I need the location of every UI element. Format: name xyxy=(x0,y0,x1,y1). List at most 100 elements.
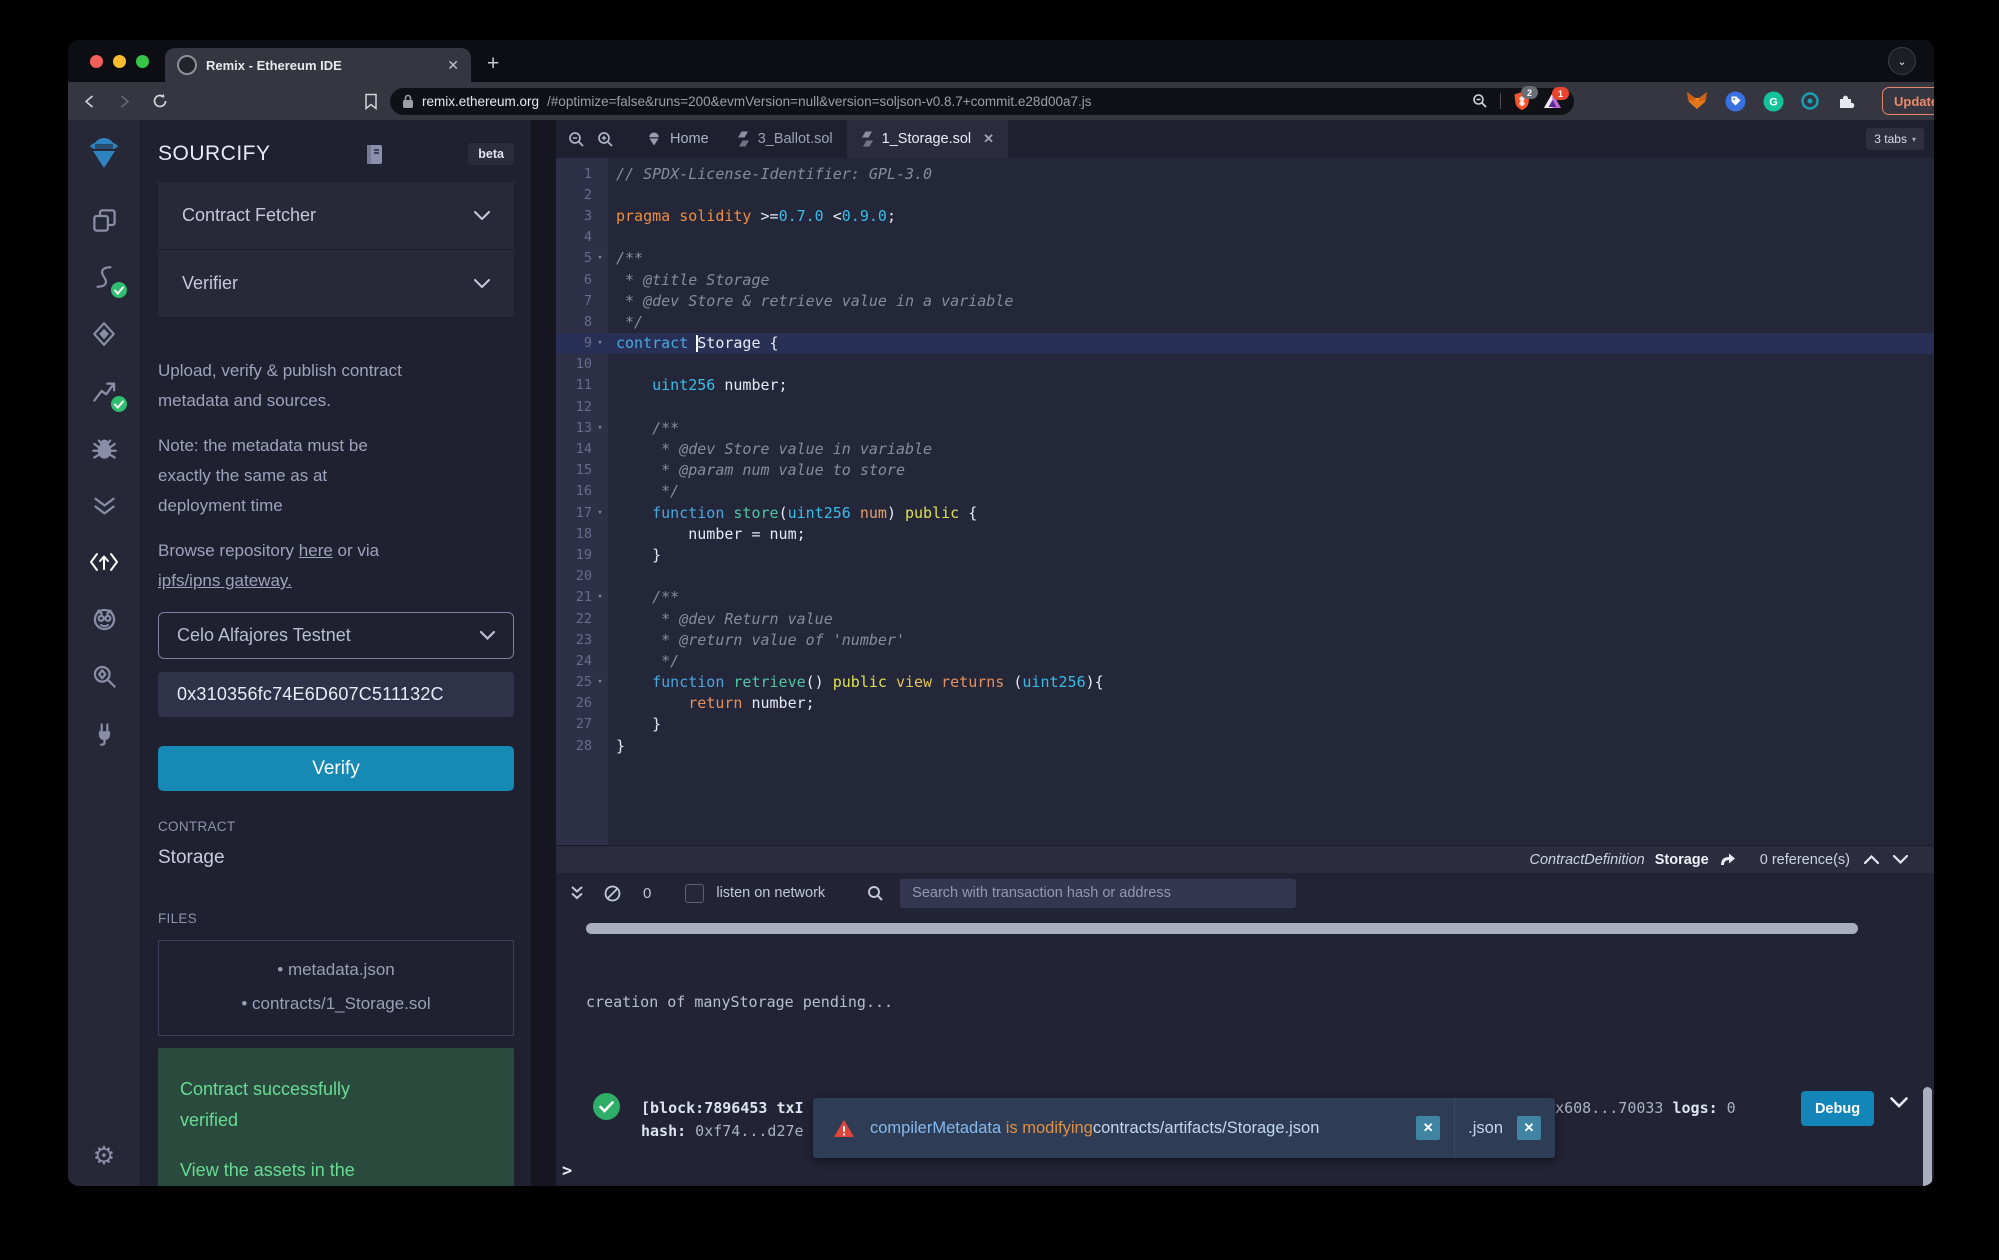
unit-testing-icon[interactable] xyxy=(82,483,126,527)
metamask-icon[interactable] xyxy=(1686,91,1708,111)
teal-extension-icon[interactable] xyxy=(1801,92,1819,110)
debug-button[interactable]: Debug xyxy=(1801,1091,1874,1126)
code-line[interactable]: 9 ▾ contract Storage { xyxy=(556,332,1934,354)
code-line[interactable]: 13 ▾ /** xyxy=(556,417,1934,438)
deploy-run-icon[interactable] xyxy=(82,312,126,356)
close-window-button[interactable] xyxy=(90,54,103,68)
settings-gear-icon[interactable]: ⚙ xyxy=(82,1134,126,1178)
docs-book-icon[interactable] xyxy=(365,144,384,165)
fold-icon[interactable]: ▾ xyxy=(592,253,608,263)
editor-tab-1-storage-sol[interactable]: 1_Storage.sol ✕ xyxy=(846,120,1009,158)
code-line[interactable]: 19 } xyxy=(556,544,1934,565)
bat-triangle-icon[interactable]: 1 xyxy=(1543,87,1569,110)
code-token: uint256 xyxy=(652,376,716,395)
goto-definition-icon[interactable] xyxy=(1719,852,1736,867)
code-line[interactable]: 21 ▾ /** xyxy=(556,587,1934,608)
fold-icon[interactable]: ▾ xyxy=(592,677,608,687)
ipfs-gateway-link[interactable]: ipfs/ipns gateway. xyxy=(158,571,292,590)
code-line[interactable]: 3 pragma solidity >=0.7.0 <0.9.0; xyxy=(556,205,1934,226)
code-line[interactable]: 15 * @param num value to store xyxy=(556,460,1934,481)
code-line[interactable]: 8 */ xyxy=(556,311,1934,332)
code-line[interactable]: 22 * @dev Return value xyxy=(556,608,1934,629)
repository-link[interactable]: here xyxy=(299,541,333,560)
update-button[interactable]: Update ≡ xyxy=(1882,87,1934,115)
close-tab-icon[interactable]: ✕ xyxy=(447,58,459,72)
code-line[interactable]: 7 * @dev Store & retrieve value in a var… xyxy=(556,290,1934,311)
code-editor[interactable]: 1// SPDX-License-Identifier: GPL-3.0 2 3 pr… xyxy=(556,158,1934,845)
sourcify-icon[interactable] xyxy=(82,540,126,584)
code-line[interactable]: 5 ▾ /** xyxy=(556,248,1934,269)
code-line[interactable]: 2 xyxy=(556,184,1934,205)
code-line[interactable]: 17 ▾ function store(uint256 num) public { xyxy=(556,502,1934,523)
close-toast-icon[interactable]: ✕ xyxy=(1517,1116,1541,1140)
code-line[interactable]: 10 xyxy=(556,354,1934,375)
code-line[interactable]: 20 xyxy=(556,566,1934,587)
tab-search-icon[interactable]: ⌄ xyxy=(1888,47,1916,75)
contract-address-input[interactable]: 0x310356fc74E6D607C511132C xyxy=(158,672,514,717)
horizontal-scrollbar[interactable] xyxy=(586,923,1858,934)
code-line[interactable]: 14 * @dev Store value in variable xyxy=(556,438,1934,459)
code-line[interactable]: 11 uint256 number; xyxy=(556,375,1934,396)
network-select[interactable]: Celo Alfajores Testnet xyxy=(158,612,514,659)
listen-on-network-checkbox[interactable] xyxy=(685,883,705,903)
code-line[interactable]: 26 return number; xyxy=(556,693,1934,714)
code-line[interactable]: 27 } xyxy=(556,714,1934,735)
toast-segment: compilerMetadata xyxy=(870,1118,1002,1137)
fold-icon[interactable]: ▾ xyxy=(592,508,608,518)
code-line[interactable]: 16 */ xyxy=(556,481,1934,502)
back-icon[interactable] xyxy=(82,94,97,109)
collapse-terminal-icon[interactable] xyxy=(570,885,584,901)
code-line[interactable]: 4 xyxy=(556,227,1934,248)
section-verifier[interactable]: Verifier xyxy=(158,250,514,318)
fold-icon[interactable]: ▾ xyxy=(592,592,608,602)
code-line[interactable]: 1 // SPDX-License-Identifier: GPL-3.0 xyxy=(556,163,1934,184)
terminal-search-input[interactable] xyxy=(900,878,1297,908)
remix-logo[interactable] xyxy=(82,132,126,176)
contract-verification-icon[interactable] xyxy=(82,654,126,698)
note-line: Note: the metadata must be xyxy=(158,436,368,455)
new-tab-button[interactable]: + xyxy=(487,52,499,76)
close-toast-icon[interactable]: ✕ xyxy=(1416,1116,1441,1140)
zoom-out-icon[interactable] xyxy=(568,131,585,148)
vertical-scrollbar[interactable] xyxy=(1923,1087,1932,1186)
tag-extension-icon[interactable] xyxy=(1725,91,1746,112)
section-contract-fetcher[interactable]: Contract Fetcher xyxy=(158,182,514,250)
code-line[interactable]: 25 ▾ function retrieve() public view retu… xyxy=(556,672,1934,693)
brave-shield-icon[interactable]: 2 xyxy=(1513,86,1538,111)
code-line[interactable]: 24 */ xyxy=(556,650,1934,671)
url-bar[interactable]: remix.ethereum.org /#optimize=false&runs=… xyxy=(390,86,1574,115)
terminal-output[interactable]: creation of manyStorage pending... [bloc… xyxy=(556,913,1934,1186)
file-explorer-icon[interactable] xyxy=(82,198,126,242)
fold-icon[interactable]: ▾ xyxy=(592,423,608,433)
bookmark-icon[interactable] xyxy=(364,93,378,110)
fold-icon[interactable]: ▾ xyxy=(592,338,608,348)
zoom-in-icon[interactable] xyxy=(597,131,614,148)
editor-tab-home[interactable]: Home xyxy=(632,120,723,158)
extensions-puzzle-icon[interactable] xyxy=(1836,91,1856,111)
fullscreen-window-button[interactable] xyxy=(136,54,149,68)
close-tab-icon[interactable]: ✕ xyxy=(983,131,994,147)
zoom-page-icon[interactable] xyxy=(1472,93,1488,109)
clear-console-icon[interactable] xyxy=(604,885,621,902)
code-line[interactable]: 28} xyxy=(556,735,1934,756)
static-analysis-icon[interactable] xyxy=(82,369,127,413)
browser-tab[interactable]: Remix - Ethereum IDE ✕ xyxy=(165,48,471,82)
chevron-down-icon[interactable] xyxy=(1893,855,1908,864)
code-line[interactable]: 23 * @return value of 'number' xyxy=(556,629,1934,650)
forward-icon[interactable] xyxy=(117,94,132,109)
tabs-count-dropdown[interactable]: 3 tabs ▾ xyxy=(1866,128,1924,150)
code-line[interactable]: 12 xyxy=(556,396,1934,417)
reload-icon[interactable] xyxy=(152,93,168,109)
code-line[interactable]: 18 number = num; xyxy=(556,523,1934,544)
solidity-compiler-icon[interactable] xyxy=(82,255,127,299)
plugin-manager-icon[interactable] xyxy=(82,711,126,755)
expand-tx-icon[interactable] xyxy=(1890,1097,1908,1108)
editor-tab-3-ballot-sol[interactable]: 3_Ballot.sol xyxy=(723,120,847,158)
learneth-icon[interactable] xyxy=(82,597,126,641)
grammarly-icon[interactable]: G xyxy=(1763,91,1784,112)
debugger-icon[interactable] xyxy=(82,426,126,470)
code-line[interactable]: 6 * @title Storage xyxy=(556,269,1934,290)
minimize-window-button[interactable] xyxy=(113,54,126,68)
chevron-up-icon[interactable] xyxy=(1864,855,1879,864)
verify-button[interactable]: Verify xyxy=(158,746,514,791)
